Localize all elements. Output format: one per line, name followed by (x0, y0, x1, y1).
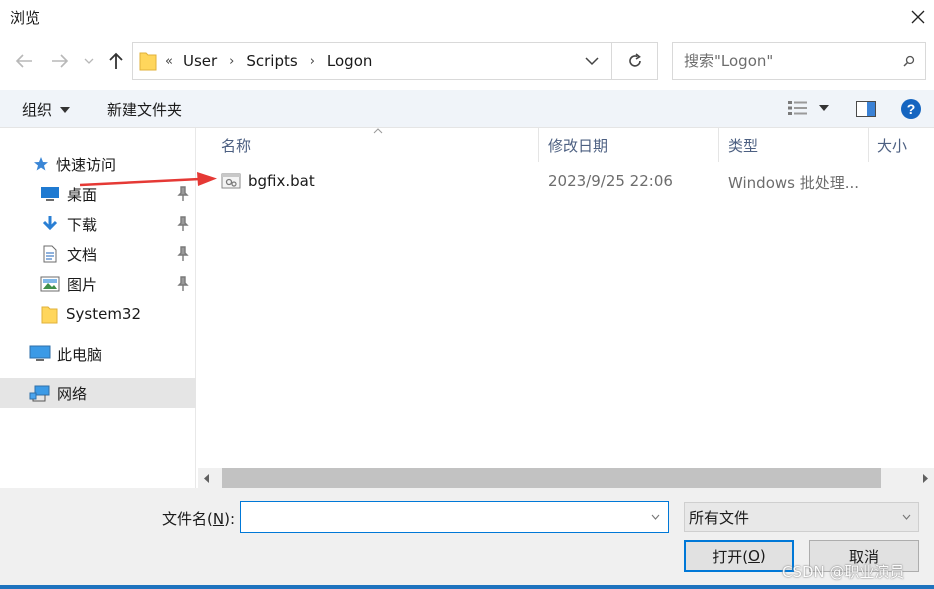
window-bottom-border (0, 585, 934, 589)
breadcrumb-separator-icon[interactable]: › (229, 54, 234, 69)
desktop-icon (41, 187, 59, 201)
sidebar-item-network[interactable]: 网络 (0, 378, 196, 408)
refresh-icon (628, 53, 641, 67)
column-header-size[interactable]: 大小 (877, 128, 907, 162)
watermark: CSDN @职业演员 (782, 563, 905, 581)
command-bar: 组织 新建文件夹 ? (0, 90, 934, 128)
sidebar-item-documents[interactable]: 文档 (0, 239, 196, 269)
search-input[interactable] (673, 52, 893, 70)
chevron-down-icon[interactable] (651, 514, 660, 520)
document-icon (43, 245, 57, 263)
title-bar: 浏览 (0, 0, 934, 34)
file-type: Windows 批处理... (728, 174, 860, 192)
folder-icon (139, 52, 157, 71)
refresh-button[interactable] (612, 42, 658, 80)
breadcrumb-user[interactable]: User (183, 52, 217, 70)
open-button[interactable]: 打开(O) (684, 540, 794, 572)
column-divider[interactable] (718, 128, 719, 162)
sidebar-item-system32[interactable]: System32 (0, 299, 196, 329)
address-dropdown-icon[interactable] (585, 56, 599, 66)
computer-icon (29, 345, 51, 361)
new-folder-button[interactable]: 新建文件夹 (107, 99, 182, 120)
help-icon: ? (901, 99, 921, 119)
pin-icon[interactable] (176, 216, 190, 232)
close-button[interactable] (906, 5, 930, 29)
scrollbar-thumb[interactable] (222, 468, 881, 488)
chevron-down-icon (84, 58, 94, 64)
folder-icon (41, 306, 58, 324)
organize-button[interactable]: 组织 (22, 99, 71, 120)
pin-icon[interactable] (176, 276, 190, 292)
pin-icon[interactable] (176, 246, 190, 262)
column-header-modified[interactable]: 修改日期 (548, 128, 608, 162)
organize-label: 组织 (22, 101, 53, 119)
search-box[interactable] (672, 42, 926, 80)
horizontal-scrollbar[interactable] (198, 468, 934, 488)
address-bar[interactable]: « User › Scripts › Logon (132, 42, 612, 80)
file-list: 名称 修改日期 类型 大小 bgfix.bat 2023/9/25 22:06 … (198, 128, 934, 468)
picture-icon (40, 276, 60, 292)
open-label-accel: O (748, 547, 760, 565)
scroll-left-icon[interactable] (204, 474, 210, 483)
filetype-value: 所有文件 (689, 508, 750, 527)
filename-label: 文件名(N): (162, 508, 235, 529)
up-arrow-icon (109, 52, 123, 69)
column-divider[interactable] (538, 128, 539, 162)
sidebar-item-label: 此电脑 (57, 345, 103, 364)
sort-ascending-icon (373, 128, 383, 134)
open-label-end: ) (759, 547, 766, 565)
open-label: 打开( (712, 547, 749, 566)
search-icon[interactable] (903, 55, 915, 67)
sidebar-item-downloads[interactable]: 下载 (0, 209, 196, 239)
svg-text:?: ? (907, 101, 916, 117)
star-icon (34, 157, 48, 171)
sidebar-item-label: System32 (66, 305, 142, 323)
back-arrow-icon (15, 54, 32, 68)
filename-label-end: ): (224, 510, 235, 528)
filename-label-text: 文件名( (162, 510, 213, 528)
filename-label-accel: N (212, 510, 225, 528)
sidebar-item-label: 图片 (67, 275, 98, 294)
annotation-arrow (80, 172, 217, 187)
caret-down-icon (819, 105, 829, 111)
up-button[interactable] (105, 50, 127, 72)
forward-arrow-icon (52, 54, 69, 68)
caret-down-icon (60, 106, 71, 113)
recent-locations-button[interactable] (82, 50, 96, 72)
back-button[interactable] (13, 50, 35, 72)
filename-combobox[interactable] (240, 501, 669, 533)
file-name[interactable]: bgfix.bat (248, 172, 315, 190)
breadcrumb-scripts[interactable]: Scripts (246, 52, 297, 70)
sidebar-item-label: 网络 (57, 384, 88, 403)
sidebar-item-label: 下载 (67, 215, 98, 234)
new-folder-label: 新建文件夹 (107, 101, 183, 119)
scroll-right-icon[interactable] (922, 474, 928, 483)
overflow-chevron-icon[interactable]: « (165, 54, 173, 69)
close-icon (911, 10, 925, 24)
preview-pane-icon (856, 101, 876, 117)
window-title: 浏览 (10, 9, 41, 27)
forward-button[interactable] (49, 50, 71, 72)
view-options-button[interactable] (787, 100, 829, 116)
network-icon (29, 385, 50, 402)
table-row[interactable]: bgfix.bat 2023/9/25 22:06 Windows 批处理... (198, 166, 934, 198)
details-view-icon (788, 101, 807, 115)
batch-file-icon (221, 173, 241, 189)
breadcrumb-separator-icon[interactable]: › (310, 54, 315, 69)
sidebar-item-label: 文档 (67, 245, 98, 264)
download-icon (42, 216, 58, 231)
file-modified: 2023/9/25 22:06 (548, 172, 673, 190)
sidebar-item-this-pc[interactable]: 此电脑 (0, 339, 196, 369)
column-header-name[interactable]: 名称 (221, 128, 251, 162)
breadcrumb-logon[interactable]: Logon (327, 52, 372, 70)
help-button[interactable]: ? (900, 98, 922, 124)
preview-pane-button[interactable] (856, 101, 876, 121)
column-header-type[interactable]: 类型 (728, 128, 758, 162)
filename-input[interactable] (241, 503, 641, 531)
column-divider[interactable] (868, 128, 869, 162)
chevron-down-icon (902, 514, 911, 520)
sidebar-item-pictures[interactable]: 图片 (0, 269, 196, 299)
filetype-select[interactable]: 所有文件 (684, 502, 919, 532)
